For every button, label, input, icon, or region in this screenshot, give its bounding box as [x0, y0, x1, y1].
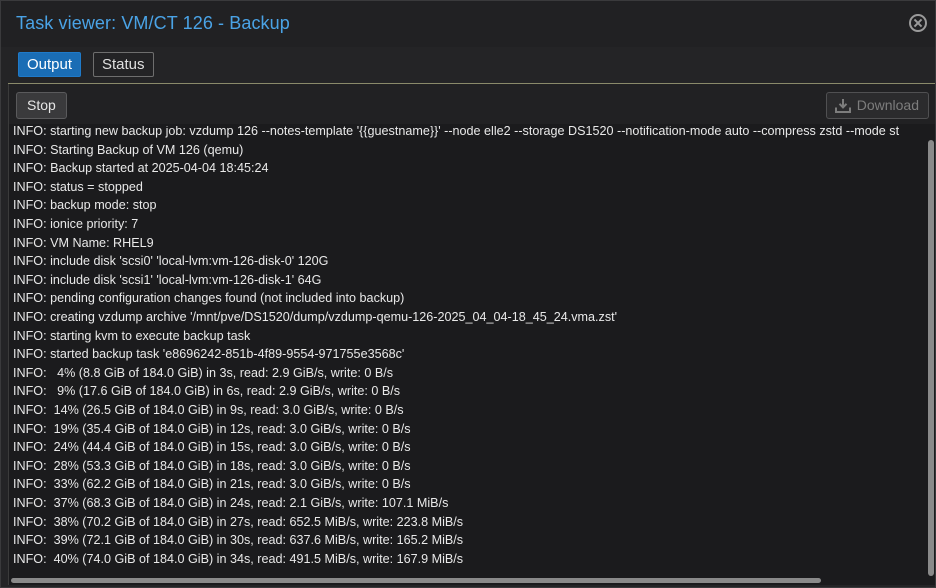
log-line: INFO: Starting Backup of VM 126 (qemu): [13, 142, 244, 157]
log-line: INFO: Backup started at 2025-04-04 18:45…: [13, 161, 269, 176]
log-line: INFO: 4% (8.8 GiB of 184.0 GiB) in 3s, r…: [13, 365, 394, 380]
log-line: INFO: 33% (62.2 GiB of 184.0 GiB) in 21s…: [13, 477, 411, 492]
download-button[interactable]: Download: [825, 92, 929, 119]
tab-output[interactable]: Output: [18, 52, 82, 77]
output-toolbar: Stop Download: [9, 84, 935, 124]
output-panel: Stop Download INFO: starting new backup …: [8, 84, 935, 585]
tab-status[interactable]: Status: [93, 52, 154, 77]
tab-bar: Output Status: [1, 47, 935, 83]
log-line: INFO: backup mode: stop: [13, 198, 157, 213]
close-icon[interactable]: [909, 14, 927, 32]
log-line: INFO: ionice priority: 7: [13, 217, 139, 231]
log-line: INFO: include disk 'scsi0' 'local-lvm:vm…: [13, 254, 329, 269]
log-line: INFO: pending configuration changes foun…: [13, 291, 405, 306]
log-line: INFO: 19% (35.4 GiB of 184.0 GiB) in 12s…: [13, 421, 411, 436]
log-line: INFO: 24% (44.4 GiB of 184.0 GiB) in 15s…: [13, 440, 411, 455]
log-line: INFO: 14% (26.5 GiB of 184.0 GiB) in 9s,…: [13, 403, 404, 417]
task-log-output[interactable]: INFO: starting new backup job: vzdump 12…: [9, 126, 927, 576]
log-line: INFO: status = stopped: [13, 179, 143, 194]
log-line: INFO: VM Name: RHEL9: [13, 235, 154, 250]
log-line: INFO: 40% (74.0 GiB of 184.0 GiB) in 34s…: [13, 551, 464, 566]
horizontal-scrollbar-thumb[interactable]: [11, 578, 821, 583]
log-line: INFO: creating vzdump archive '/mnt/pve/…: [13, 310, 618, 324]
log-line: INFO: include disk 'scsi1' 'local-lvm:vm…: [13, 272, 322, 287]
vertical-scrollbar-thumb[interactable]: [928, 140, 934, 576]
log-line: INFO: started backup task 'e8696242-851b…: [13, 347, 405, 362]
window-title: Task viewer: VM/CT 126 - Backup: [16, 13, 290, 33]
log-line: INFO: 37% (68.3 GiB of 184.0 GiB) in 24s…: [13, 496, 449, 510]
log-line: INFO: starting kvm to execute backup tas…: [13, 328, 251, 343]
log-line: INFO: 9% (17.6 GiB of 184.0 GiB) in 6s, …: [13, 384, 401, 399]
log-line: INFO: 39% (72.1 GiB of 184.0 GiB) in 30s…: [13, 533, 464, 548]
download-label: Download: [856, 97, 919, 113]
log-line: INFO: 28% (53.3 GiB of 184.0 GiB) in 18s…: [13, 458, 411, 473]
horizontal-scrollbar[interactable]: [9, 576, 927, 584]
task-viewer-window: Task viewer: VM/CT 126 - Backup Output S…: [0, 0, 936, 588]
log-line: INFO: starting new backup job: vzdump 12…: [13, 126, 900, 138]
download-icon: [834, 98, 851, 113]
stop-button[interactable]: Stop: [16, 92, 67, 119]
title-bar: Task viewer: VM/CT 126 - Backup: [1, 1, 935, 47]
vertical-scrollbar[interactable]: [927, 126, 935, 578]
log-line: INFO: 38% (70.2 GiB of 184.0 GiB) in 27s…: [13, 514, 464, 529]
